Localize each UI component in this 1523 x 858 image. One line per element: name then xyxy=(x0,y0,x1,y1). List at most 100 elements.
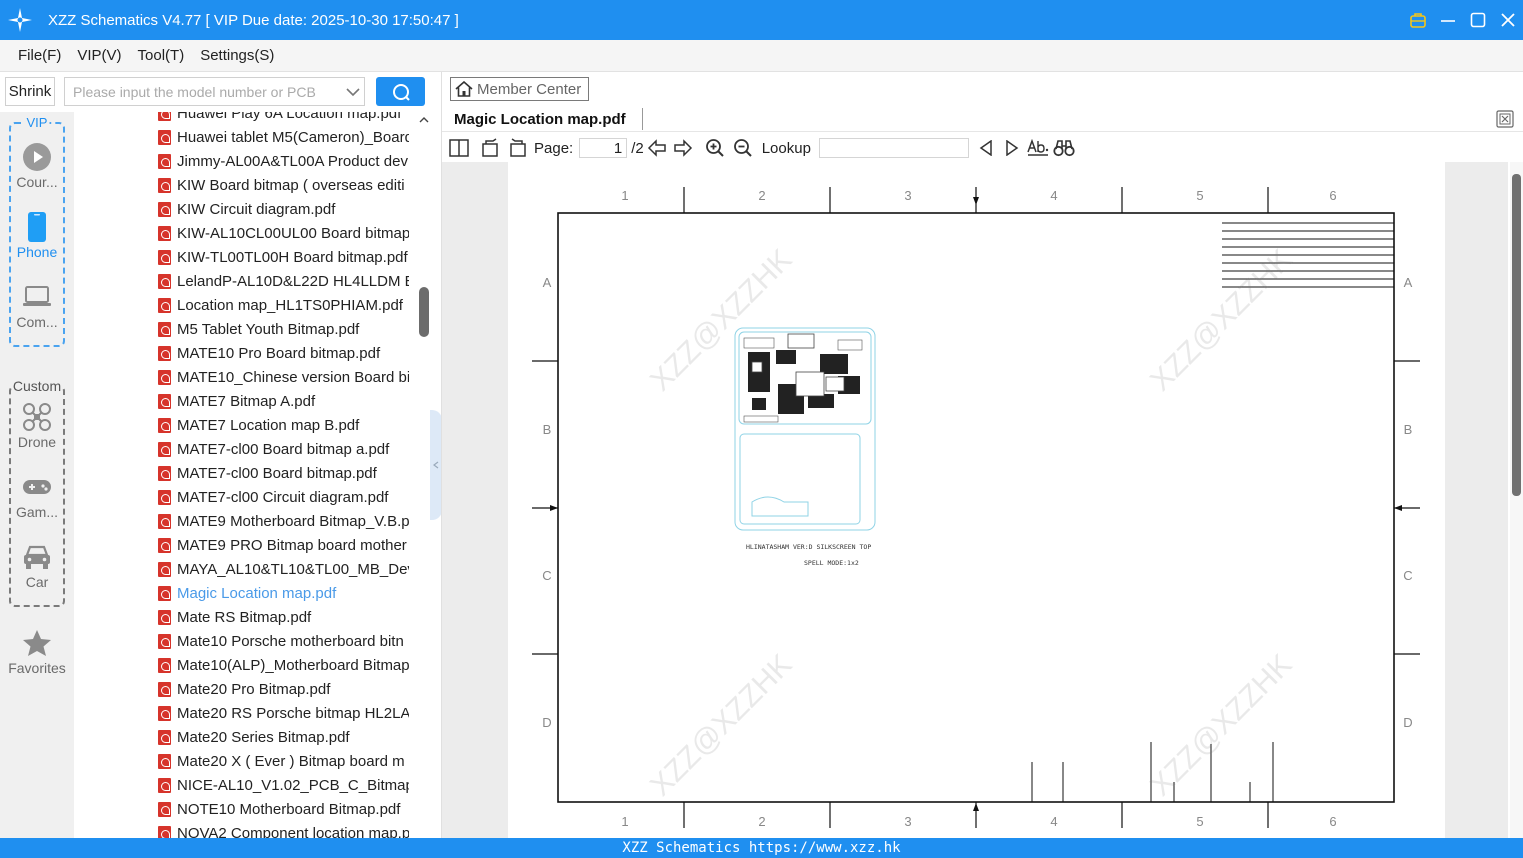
scroll-up-icon[interactable] xyxy=(418,113,430,127)
file-list-item[interactable]: MATE7-cl00 Board bitmap a.pdf xyxy=(74,437,414,461)
file-name: Mate20 Pro Bitmap.pdf xyxy=(177,680,331,698)
file-list-item[interactable]: MATE7 Location map B.pdf xyxy=(74,413,414,437)
file-list-item[interactable]: Mate10(ALP)_Motherboard Bitmap xyxy=(74,653,414,677)
pdf-file-icon xyxy=(158,753,171,769)
shrink-button[interactable]: Shrink xyxy=(5,77,55,106)
file-name: MATE9 PRO Bitmap board mother xyxy=(177,536,407,554)
match-case-icon[interactable] xyxy=(1025,134,1051,162)
file-list-item[interactable]: LelandP-AL10D&L22D HL4LLDM B xyxy=(74,269,414,293)
tab-bar: Magic Location map.pdf xyxy=(442,106,1523,132)
tab-document[interactable]: Magic Location map.pdf xyxy=(454,108,643,130)
pdf-file-icon xyxy=(158,513,171,529)
file-name: Mate10(ALP)_Motherboard Bitmap xyxy=(177,656,409,674)
next-page-icon[interactable] xyxy=(670,134,696,162)
file-list-item[interactable]: Mate20 Pro Bitmap.pdf xyxy=(74,677,414,701)
file-list-item[interactable]: Magic Location map.pdf xyxy=(74,581,414,605)
toggle-sidebar-icon[interactable] xyxy=(442,134,476,162)
grid-column-label: 1 xyxy=(621,814,628,829)
chevron-left-icon xyxy=(433,461,439,469)
file-list-item[interactable]: NICE-AL10_V1.02_PCB_C_Bitmap(1 xyxy=(74,773,414,797)
member-center-button[interactable]: Member Center xyxy=(450,77,589,101)
file-name: Jimmy-AL00A&TL00A Product dev xyxy=(177,152,408,170)
file-list-item[interactable]: M5 Tablet Youth Bitmap.pdf xyxy=(74,317,414,341)
search-input[interactable]: Please input the model number or PCB xyxy=(64,77,365,106)
find-prev-icon[interactable] xyxy=(973,134,999,162)
file-list-item[interactable]: MATE10_Chinese version Board bit xyxy=(74,365,414,389)
document-scrollbar-thumb[interactable] xyxy=(1512,174,1521,496)
pdf-file-icon xyxy=(158,705,171,721)
find-next-icon[interactable] xyxy=(999,134,1025,162)
rotate-right-icon[interactable] xyxy=(504,134,532,162)
category-computer[interactable]: Com... xyxy=(0,280,74,330)
vip-bag-icon[interactable] xyxy=(1403,0,1433,40)
grid-column-label: 3 xyxy=(904,188,911,203)
file-list-item[interactable]: KIW-AL10CL00UL00 Board bitmap. xyxy=(74,221,414,245)
binoculars-icon[interactable] xyxy=(1051,134,1077,162)
pdf-file-icon xyxy=(158,417,171,433)
file-list-item[interactable]: MATE9 PRO Bitmap board mother xyxy=(74,533,414,557)
file-list-item[interactable]: KIW Circuit diagram.pdf xyxy=(74,197,414,221)
file-list-item[interactable]: Mate RS Bitmap.pdf xyxy=(74,605,414,629)
file-list-item[interactable]: KIW Board bitmap ( overseas editi xyxy=(74,173,414,197)
file-name: MATE7 Bitmap A.pdf xyxy=(177,392,316,410)
category-car[interactable]: Car xyxy=(0,540,74,590)
file-list-item[interactable]: Huawei Play 6A Location map.pdf xyxy=(74,112,414,125)
menu-settings[interactable]: Settings(S) xyxy=(200,47,274,64)
close-tab-icon[interactable] xyxy=(1496,110,1514,128)
page-number-input[interactable]: 1 xyxy=(579,138,628,158)
file-list-item[interactable]: MAYA_AL10&TL10&TL00_MB_Devi xyxy=(74,557,414,581)
file-name: LelandP-AL10D&L22D HL4LLDM B xyxy=(177,272,409,290)
grid-column-label: 5 xyxy=(1196,814,1203,829)
zoom-out-icon[interactable] xyxy=(730,134,756,162)
file-name: NICE-AL10_V1.02_PCB_C_Bitmap(1 xyxy=(177,776,409,794)
member-center-label: Member Center xyxy=(477,80,582,98)
file-list-item[interactable]: NOTE10 Motherboard Bitmap.pdf xyxy=(74,797,414,821)
file-list-item[interactable]: MATE10 Pro Board bitmap.pdf xyxy=(74,341,414,365)
file-list-item[interactable]: Mate20 RS Porsche bitmap HL2LA' xyxy=(74,701,414,725)
grid-column-label: 2 xyxy=(758,188,765,203)
category-label: Gam... xyxy=(15,504,58,520)
search-placeholder: Please input the model number or PCB xyxy=(73,83,316,100)
file-list-item[interactable]: Huawei tablet M5(Cameron)_Board xyxy=(74,125,414,149)
window-controls xyxy=(1403,0,1523,40)
file-list-item[interactable]: Jimmy-AL00A&TL00A Product dev xyxy=(74,149,414,173)
file-list-item[interactable]: Location map_HL1TS0PHIAM.pdf xyxy=(74,293,414,317)
category-drone[interactable]: Drone xyxy=(0,400,74,450)
category-favorites[interactable]: Favorites xyxy=(0,626,74,676)
search-button[interactable] xyxy=(376,77,425,106)
search-icon xyxy=(392,83,410,101)
file-list-item[interactable]: KIW-TL00TL00H Board bitmap.pdf xyxy=(74,245,414,269)
file-list-item[interactable]: MATE7 Bitmap A.pdf xyxy=(74,389,414,413)
rotate-left-icon[interactable] xyxy=(476,134,504,162)
document-page[interactable]: HLINATASHAM VER:D SILKSCREEN TOP SPELL M… xyxy=(508,162,1445,838)
grid-column-label: 6 xyxy=(1329,188,1336,203)
chevron-down-icon[interactable] xyxy=(342,87,364,97)
document-scrollbar[interactable] xyxy=(1510,162,1523,838)
file-list-item[interactable]: MATE7-cl00 Board bitmap.pdf xyxy=(74,461,414,485)
file-list-item[interactable]: Mate10 Porsche motherboard bitn xyxy=(74,629,414,653)
pdf-file-icon xyxy=(158,585,171,601)
menu-vip[interactable]: VIP(V) xyxy=(77,47,121,64)
grid-row-label: A xyxy=(1404,275,1413,290)
close-button[interactable] xyxy=(1493,0,1523,40)
menu-file[interactable]: File(F) xyxy=(18,47,61,64)
minimize-button[interactable] xyxy=(1433,0,1463,40)
vip-group-label: VIP xyxy=(24,115,50,130)
file-list-item[interactable]: MATE9 Motherboard Bitmap_V.B.p xyxy=(74,509,414,533)
file-list-item[interactable]: NOVA2 Component location map.p xyxy=(74,821,414,838)
file-list-item[interactable]: MATE7-cl00 Circuit diagram.pdf xyxy=(74,485,414,509)
lookup-input[interactable] xyxy=(818,138,969,158)
category-game[interactable]: Gam... xyxy=(0,470,74,520)
category-phone[interactable]: Phone xyxy=(0,210,74,260)
status-bar: XZZ Schematics https://www.xzz.hk xyxy=(0,838,1523,858)
maximize-button[interactable] xyxy=(1463,0,1493,40)
pdf-file-icon xyxy=(158,801,171,817)
category-course[interactable]: Cour... xyxy=(0,140,74,190)
phone-icon xyxy=(0,210,74,244)
menu-tool[interactable]: Tool(T) xyxy=(138,47,185,64)
file-list-item[interactable]: Mate20 X ( Ever ) Bitmap board m xyxy=(74,749,414,773)
zoom-in-icon[interactable] xyxy=(700,134,730,162)
file-list-item[interactable]: Mate20 Series Bitmap.pdf xyxy=(74,725,414,749)
prev-page-icon[interactable] xyxy=(644,134,670,162)
file-list-scrollbar[interactable] xyxy=(419,287,429,337)
